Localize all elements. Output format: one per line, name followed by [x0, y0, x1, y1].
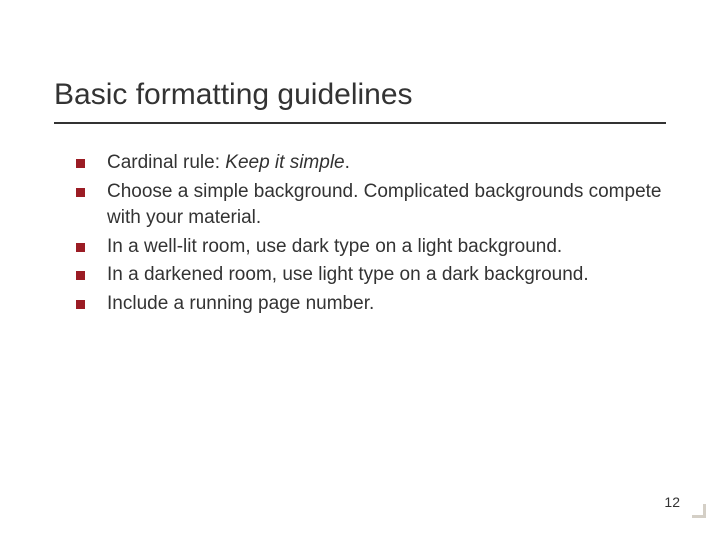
list-item: Choose a simple background. Complicated …	[76, 179, 666, 232]
bullet-square-icon	[76, 188, 85, 197]
slide-title: Basic formatting guidelines	[54, 78, 666, 124]
list-item: In a well-lit room, use dark type on a l…	[76, 234, 666, 261]
list-item: Include a running page number.	[76, 291, 666, 318]
bullet-text: In a darkened room, use light type on a …	[107, 262, 589, 289]
slide-content: Cardinal rule: Keep it simple. Choose a …	[54, 150, 666, 318]
page-number: 12	[664, 494, 680, 510]
bullet-square-icon	[76, 243, 85, 252]
bullet-text: In a well-lit room, use dark type on a l…	[107, 234, 562, 261]
bullet-text: Cardinal rule: Keep it simple.	[107, 150, 350, 177]
bullet-text: Include a running page number.	[107, 291, 374, 318]
bullet-square-icon	[76, 159, 85, 168]
list-item: Cardinal rule: Keep it simple.	[76, 150, 666, 177]
slide: Basic formatting guidelines Cardinal rul…	[0, 0, 720, 540]
corner-accent-icon	[688, 500, 706, 518]
list-item: In a darkened room, use light type on a …	[76, 262, 666, 289]
bullet-text: Choose a simple background. Complicated …	[107, 179, 666, 232]
bullet-square-icon	[76, 271, 85, 280]
bullet-square-icon	[76, 300, 85, 309]
